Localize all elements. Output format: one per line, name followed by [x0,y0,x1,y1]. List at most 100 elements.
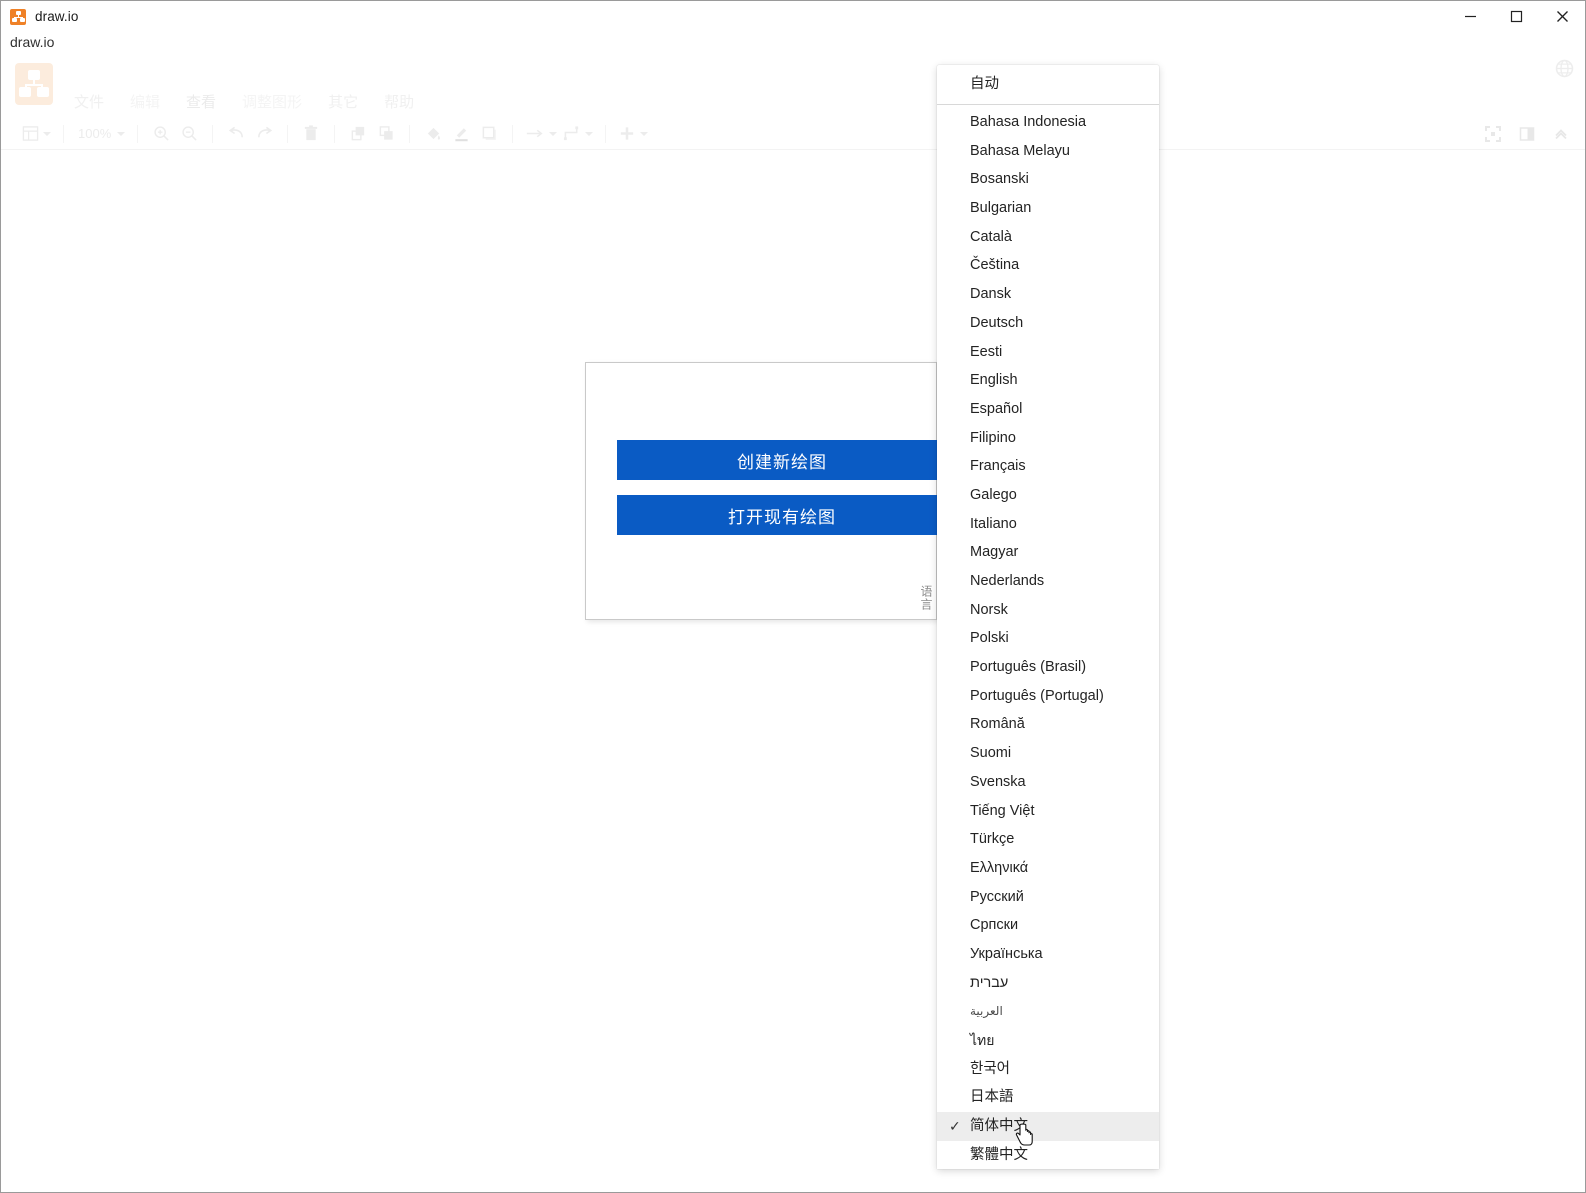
language-option-francais[interactable]: Français [937,452,1159,481]
title-bar: draw.io [1,1,1585,32]
layout-icon[interactable] [19,121,54,147]
zoom-level-label: 100% [76,126,113,141]
language-dropdown-menu[interactable]: 自动 Bahasa Indonesia Bahasa Melayu Bosans… [937,65,1159,1169]
line-color-icon[interactable] [447,121,475,147]
drawio-logo-icon [10,9,26,25]
redo-icon[interactable] [250,121,278,147]
menu-item-help[interactable]: 帮助 [381,89,417,114]
toolbar: 100% [1,118,1585,150]
window-controls [1447,1,1585,32]
fullscreen-icon[interactable] [1479,121,1507,147]
language-option-traditional-chinese[interactable]: 繁體中文 [937,1141,1159,1170]
language-option-auto[interactable]: 自动 [937,67,1159,102]
language-option-eesti[interactable]: Eesti [937,338,1159,367]
language-option-espanol[interactable]: Español [937,395,1159,424]
maximize-button[interactable] [1493,1,1539,32]
format-panel-icon[interactable] [1513,121,1541,147]
language-option-ellinika[interactable]: Ελληνικά [937,854,1159,883]
undo-icon[interactable] [222,121,250,147]
app-name-label: draw.io [10,34,54,50]
to-front-icon[interactable] [344,121,372,147]
splash-dialog: 创建新绘图 打开现有绘图 语言 [585,362,937,620]
language-option-bahasa-indonesia[interactable]: Bahasa Indonesia [937,108,1159,137]
fill-color-icon[interactable] [419,121,447,147]
language-option-korean[interactable]: 한국어 [937,1055,1159,1084]
app-logo-icon [15,63,53,105]
menu-item-list: 文件 编辑 查看 调整图形 其它 帮助 [71,89,417,114]
menu-item-file[interactable]: 文件 [71,89,107,114]
close-button[interactable] [1539,1,1585,32]
language-option-label: 简体中文 [970,1118,1028,1134]
chevron-down-icon[interactable] [549,132,557,136]
language-option-italiano[interactable]: Italiano [937,510,1159,539]
toolbar-divider [512,125,513,143]
language-option-bulgarian[interactable]: Bulgarian [937,194,1159,223]
language-option-bahasa-melayu[interactable]: Bahasa Melayu [937,137,1159,166]
language-option-romana[interactable]: Română [937,710,1159,739]
language-option-turkce[interactable]: Türkçe [937,825,1159,854]
language-option-russkiy[interactable]: Русский [937,883,1159,912]
language-option-hebrew[interactable]: עברית [937,969,1159,998]
globe-icon[interactable] [1551,55,1577,81]
menu-item-view[interactable]: 查看 [183,89,219,114]
toolbar-divider [409,125,410,143]
zoom-out-icon[interactable] [175,121,203,147]
chevron-down-icon[interactable] [117,132,125,136]
language-option-arabic[interactable]: العربية [937,997,1159,1026]
collapse-icon[interactable] [1547,121,1575,147]
language-option-bosanski[interactable]: Bosanski [937,165,1159,194]
language-option-srpski[interactable]: Српски [937,911,1159,940]
zoom-level-button[interactable]: 100% [73,121,128,147]
toolbar-right-group [1479,121,1585,147]
chevron-down-icon[interactable] [43,132,51,136]
minimize-button[interactable] [1447,1,1493,32]
toolbar-divider [137,125,138,143]
waypoints-icon[interactable] [560,121,596,147]
connection-arrow-icon[interactable] [522,121,560,147]
zoom-in-icon[interactable] [147,121,175,147]
toolbar-divider [63,125,64,143]
check-icon: ✓ [949,1112,961,1141]
language-option-simplified-chinese[interactable]: ✓ 简体中文 [937,1112,1159,1141]
menu-item-edit[interactable]: 编辑 [127,89,163,114]
insert-icon[interactable] [615,121,651,147]
toolbar-divider [287,125,288,143]
language-option-magyar[interactable]: Magyar [937,538,1159,567]
language-option-catala[interactable]: Català [937,223,1159,252]
language-link[interactable]: 语言 [919,585,932,611]
create-new-diagram-button[interactable]: 创建新绘图 [617,440,947,480]
language-option-thai[interactable]: ไทย [937,1026,1159,1055]
app-title-row: draw.io [1,32,1585,57]
language-option-polski[interactable]: Polski [937,624,1159,653]
language-option-suomi[interactable]: Suomi [937,739,1159,768]
language-option-deutsch[interactable]: Deutsch [937,309,1159,338]
menu-item-arrange[interactable]: 调整图形 [239,89,305,114]
language-option-filipino[interactable]: Filipino [937,424,1159,453]
open-existing-diagram-button[interactable]: 打开现有绘图 [617,495,947,535]
language-option-svenska[interactable]: Svenska [937,768,1159,797]
menu-separator [937,104,1159,105]
language-option-galego[interactable]: Galego [937,481,1159,510]
diagram-canvas[interactable] [1,151,1585,1192]
language-option-norsk[interactable]: Norsk [937,596,1159,625]
application-window: draw.io draw.io [0,0,1586,1193]
language-option-dansk[interactable]: Dansk [937,280,1159,309]
toolbar-divider [212,125,213,143]
language-option-japanese[interactable]: 日本語 [937,1083,1159,1112]
language-option-portugues-portugal[interactable]: Português (Portugal) [937,682,1159,711]
language-option-cestina[interactable]: Čeština [937,251,1159,280]
toolbar-divider [605,125,606,143]
language-option-nederlands[interactable]: Nederlands [937,567,1159,596]
to-back-icon[interactable] [372,121,400,147]
menu-item-extras[interactable]: 其它 [325,89,361,114]
language-option-portugues-brasil[interactable]: Português (Brasil) [937,653,1159,682]
chevron-down-icon[interactable] [640,132,648,136]
shadow-icon[interactable] [475,121,503,147]
language-option-tieng-viet[interactable]: Tiếng Việt [937,797,1159,826]
window-title: draw.io [35,9,78,24]
language-option-english[interactable]: English [937,366,1159,395]
language-option-ukrainska[interactable]: Українська [937,940,1159,969]
delete-icon[interactable] [297,121,325,147]
toolbar-divider [334,125,335,143]
chevron-down-icon[interactable] [585,132,593,136]
